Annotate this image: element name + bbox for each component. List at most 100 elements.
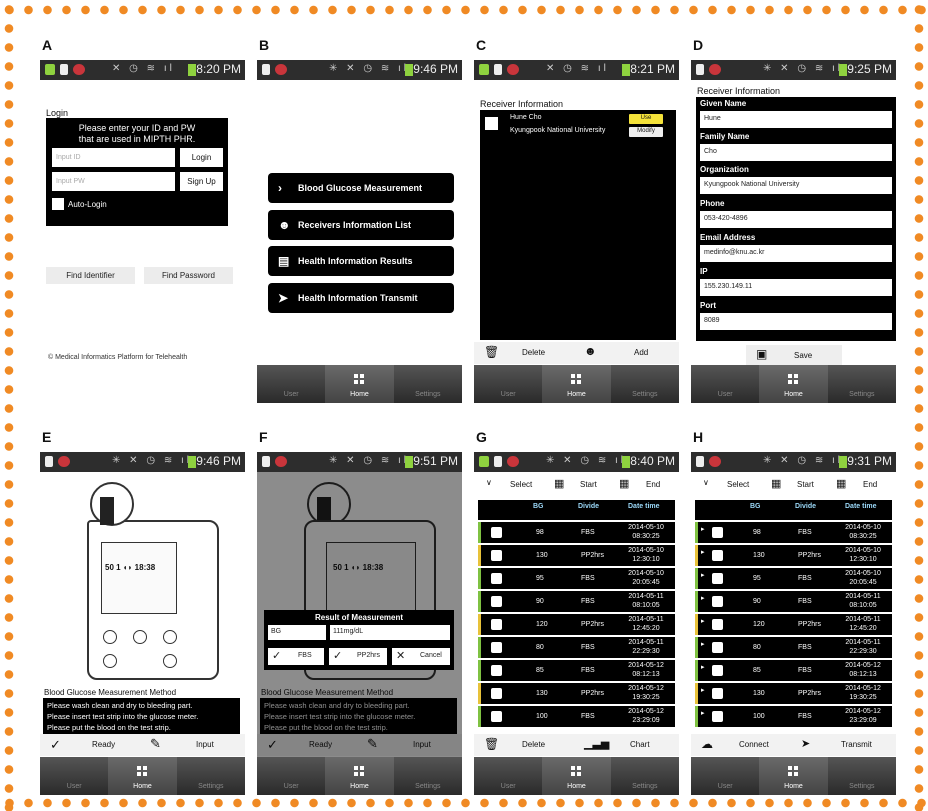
end-date-button[interactable]: End xyxy=(863,480,877,489)
menu-receivers[interactable]: ☻ Receivers Information List xyxy=(268,210,454,240)
autologin-checkbox[interactable] xyxy=(52,198,64,210)
nav-settings[interactable]: Settings xyxy=(828,757,896,795)
nav-user[interactable]: User xyxy=(691,365,759,403)
row-checkbox[interactable] xyxy=(491,711,502,722)
nav-home[interactable]: Home xyxy=(759,365,828,403)
table-row[interactable]: 85 FBS 2014-05-12 08:12:13 xyxy=(478,660,675,681)
table-row[interactable]: 130 PP2hrs 2014-05-10 12:30:10 xyxy=(478,545,675,566)
nav-settings[interactable]: Settings xyxy=(611,757,679,795)
connect-button[interactable]: Connect xyxy=(739,740,769,749)
nav-home[interactable]: Home xyxy=(325,365,394,403)
table-row[interactable]: 100 FBS 2014-05-12 23:29:09 xyxy=(478,706,675,727)
nav-settings[interactable]: Settings xyxy=(611,365,679,403)
table-row[interactable]: 98 FBS 2014-05-10 08:30:25 xyxy=(478,522,675,543)
given-name-field[interactable]: Hune xyxy=(700,111,892,128)
row-checkbox[interactable] xyxy=(712,596,723,607)
row-checkbox[interactable] xyxy=(491,665,502,676)
table-row[interactable]: ▸ 100 FBS 2014-05-12 23:29:09 xyxy=(695,706,892,727)
nav-home[interactable]: Home xyxy=(325,757,394,795)
nav-settings[interactable]: Settings xyxy=(828,365,896,403)
receiver-checkbox[interactable] xyxy=(485,117,498,130)
port-field[interactable]: 8089 xyxy=(700,313,892,330)
nav-settings[interactable]: Settings xyxy=(394,757,462,795)
table-row[interactable]: ▸ 98 FBS 2014-05-10 08:30:25 xyxy=(695,522,892,543)
row-checkbox[interactable] xyxy=(712,711,723,722)
ip-field[interactable]: 155.230.149.11 xyxy=(700,279,892,296)
table-row[interactable]: ▸ 130 PP2hrs 2014-05-10 12:30:10 xyxy=(695,545,892,566)
nav-home[interactable]: Home xyxy=(542,757,611,795)
nav-user[interactable]: User xyxy=(40,757,108,795)
input-button[interactable]: Input xyxy=(196,740,214,749)
select-button[interactable]: Select xyxy=(727,480,749,489)
table-row[interactable]: 95 FBS 2014-05-10 20:05:45 xyxy=(478,568,675,589)
nav-settings[interactable]: Settings xyxy=(177,757,245,795)
row-checkbox[interactable] xyxy=(491,596,502,607)
table-row[interactable]: 130 PP2hrs 2014-05-12 19:30:25 xyxy=(478,683,675,704)
find-id-button[interactable]: Find Identifier xyxy=(46,267,135,284)
login-message: Please enter your ID and PW that are use… xyxy=(78,123,196,144)
table-row[interactable]: 80 FBS 2014-05-11 22:29:30 xyxy=(478,637,675,658)
test-strip xyxy=(100,497,114,525)
bg-value-input[interactable]: 111mg/dL xyxy=(330,625,450,640)
row-checkbox[interactable] xyxy=(491,527,502,538)
modify-button[interactable]: Modify xyxy=(629,127,663,137)
add-button[interactable]: Add xyxy=(634,348,648,357)
nav-user[interactable]: User xyxy=(474,757,542,795)
row-checkbox[interactable] xyxy=(712,619,723,630)
table-row[interactable]: 120 PP2hrs 2014-05-11 12:45:20 xyxy=(478,614,675,635)
nav-user[interactable]: User xyxy=(691,757,759,795)
table-row[interactable]: ▸ 80 FBS 2014-05-11 22:29:30 xyxy=(695,637,892,658)
chart-button[interactable]: Chart xyxy=(630,740,650,749)
table-row[interactable]: ▸ 85 FBS 2014-05-12 08:12:13 xyxy=(695,660,892,681)
ready-button[interactable]: Ready xyxy=(92,740,115,749)
family-name-field[interactable]: Cho xyxy=(700,144,892,161)
save-button[interactable]: ▣ Save xyxy=(746,345,842,365)
row-checkbox[interactable] xyxy=(491,619,502,630)
row-checkbox[interactable] xyxy=(712,665,723,676)
fbs-button[interactable]: ✓ FBS xyxy=(268,648,324,665)
row-checkbox[interactable] xyxy=(712,550,723,561)
end-date-button[interactable]: End xyxy=(646,480,660,489)
row-checkbox[interactable] xyxy=(491,573,502,584)
nav-home[interactable]: Home xyxy=(759,757,828,795)
organization-field[interactable]: Kyungpook National University xyxy=(700,177,892,194)
row-checkbox[interactable] xyxy=(491,688,502,699)
menu-label: Blood Glucose Measurement xyxy=(298,183,423,193)
pw-input[interactable]: Input PW xyxy=(52,172,175,191)
id-input[interactable]: Input ID xyxy=(52,148,175,167)
signup-button[interactable]: Sign Up xyxy=(180,172,223,191)
select-button[interactable]: Select xyxy=(510,480,532,489)
nav-home[interactable]: Home xyxy=(542,365,611,403)
table-row[interactable]: 90 FBS 2014-05-11 08:10:05 xyxy=(478,591,675,612)
row-checkbox[interactable] xyxy=(491,642,502,653)
row-checkbox[interactable] xyxy=(712,573,723,584)
find-pw-button[interactable]: Find Password xyxy=(144,267,233,284)
row-checkbox[interactable] xyxy=(712,642,723,653)
menu-health-results[interactable]: ▤ Health Information Results xyxy=(268,246,454,276)
start-date-button[interactable]: Start xyxy=(580,480,597,489)
transmit-button[interactable]: Transmit xyxy=(841,740,872,749)
login-button[interactable]: Login xyxy=(180,148,223,167)
delete-button[interactable]: Delete xyxy=(522,740,545,749)
email-field[interactable]: medinfo@knu.ac.kr xyxy=(700,245,892,262)
nav-home[interactable]: Home xyxy=(108,757,177,795)
pp2hrs-button[interactable]: ✓ PP2hrs xyxy=(329,648,387,665)
nav-user[interactable]: User xyxy=(257,365,325,403)
row-checkbox[interactable] xyxy=(712,688,723,699)
use-button[interactable]: Use xyxy=(629,114,663,124)
delete-button[interactable]: Delete xyxy=(522,348,545,357)
start-date-button[interactable]: Start xyxy=(797,480,814,489)
table-row[interactable]: ▸ 95 FBS 2014-05-10 20:05:45 xyxy=(695,568,892,589)
menu-blood-glucose[interactable]: › Blood Glucose Measurement xyxy=(268,173,454,203)
nav-user[interactable]: User xyxy=(257,757,325,795)
table-row[interactable]: ▸ 120 PP2hrs 2014-05-11 12:45:20 xyxy=(695,614,892,635)
nav-user[interactable]: User xyxy=(474,365,542,403)
row-checkbox[interactable] xyxy=(491,550,502,561)
table-row[interactable]: ▸ 90 FBS 2014-05-11 08:10:05 xyxy=(695,591,892,612)
menu-health-transmit[interactable]: ➤ Health Information Transmit xyxy=(268,283,454,313)
cancel-button[interactable]: ✕ Cancel xyxy=(392,648,450,665)
row-checkbox[interactable] xyxy=(712,527,723,538)
phone-field[interactable]: 053-420-4896 xyxy=(700,211,892,228)
table-row[interactable]: ▸ 130 PP2hrs 2014-05-12 19:30:25 xyxy=(695,683,892,704)
nav-settings[interactable]: Settings xyxy=(394,365,462,403)
